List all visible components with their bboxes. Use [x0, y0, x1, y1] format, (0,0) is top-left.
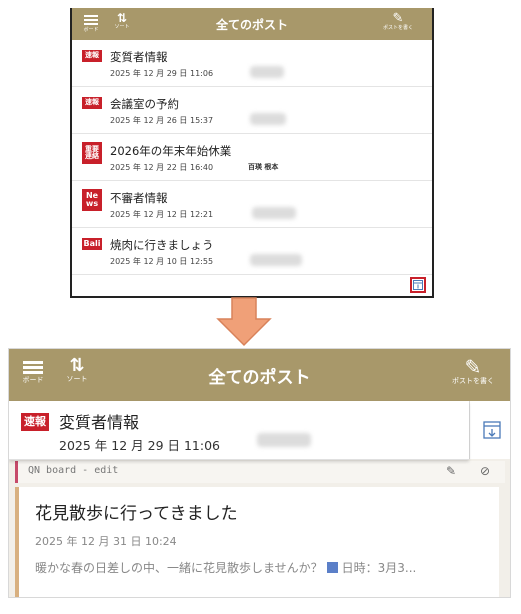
- blurred-author: [252, 207, 296, 219]
- pencil-icon: ✎: [392, 11, 404, 26]
- excerpt-text: 暖かな春の日差しの中、一緒に花見散歩しませんか？: [35, 561, 323, 575]
- post-subject: 2026年の年末年始休業: [110, 144, 232, 158]
- post-row[interactable]: Bali 焼肉に行きましょう 2025 年 12 月 10 日 12:55: [72, 228, 432, 275]
- write-post-button[interactable]: ✎ ポストを書く: [376, 12, 420, 31]
- post-subject: 会議室の予約: [110, 97, 179, 111]
- write-caption: ポストを書く: [382, 25, 413, 31]
- pinned-side-panel: [469, 401, 510, 459]
- pinned-post[interactable]: 速報 変質者情報 2025 年 12 月 29 日 11:06: [9, 401, 469, 460]
- excerpt-date-text: 日時：3月3...: [341, 561, 417, 575]
- mute-pin-icon[interactable]: ✎: [446, 464, 456, 478]
- pin-toggle-button[interactable]: [410, 277, 426, 293]
- app-header: ボード ⇅ ソート 全てのポスト ✎ ポストを書く: [72, 8, 432, 40]
- post-date: 2025 年 12 月 29 日 11:06: [59, 438, 220, 453]
- category-badge: News: [82, 189, 102, 211]
- post-row[interactable]: 速報 会議室の予約 2025 年 12 月 26 日 15:37: [72, 87, 432, 134]
- write-post-button[interactable]: ✎ ポストを書く: [446, 357, 500, 385]
- post-subject: 花見散歩に行ってきました: [35, 504, 238, 524]
- blurred-author: [250, 254, 302, 266]
- post-date: 2025 年 12 月 29 日 11:06: [110, 69, 214, 78]
- blurred-author: [257, 433, 311, 447]
- pencil-icon: ✎: [464, 355, 482, 379]
- page-title: 全てのポスト: [208, 368, 311, 388]
- write-caption: ポストを書く: [452, 377, 494, 385]
- post-date: 2025 年 12 月 31 日 10:24: [35, 535, 177, 548]
- category-badge: 速報: [21, 413, 49, 431]
- post-excerpt: 暖かな春の日差しの中、一緒に花見散歩しませんか？ 日時：3月3...: [35, 559, 491, 576]
- unpin-icon[interactable]: ⊘: [480, 464, 490, 478]
- post-subject: 焼肉に行きましょう: [110, 238, 214, 252]
- bottom-screenshot: ボード ⇅ ソート 全てのポスト ✎ ポストを書く 速報 変質者情報 2025 …: [8, 348, 511, 598]
- post-row[interactable]: 重要連絡 2026年の年末年始休業 2025 年 12 月 22 日 16:40…: [72, 134, 432, 181]
- top-screenshot: ボード ⇅ ソート 全てのポスト ✎ ポストを書く 速報 変質者情報 2025 …: [70, 8, 434, 298]
- blurred-author: [250, 66, 284, 78]
- post-subject: 変質者情報: [110, 50, 168, 64]
- down-arrow-icon: [216, 297, 272, 347]
- calendar-icon: [326, 562, 338, 573]
- post-list: 速報 変質者情報 2025 年 12 月 29 日 11:06 速報 会議室の予…: [72, 40, 432, 275]
- category-badge: 重要連絡: [82, 142, 102, 164]
- post-date: 2025 年 12 月 12 日 12:21: [110, 210, 214, 219]
- post-subject: 不審者情報: [110, 191, 168, 205]
- post-author: 百瑛 根本: [248, 163, 279, 171]
- post-row[interactable]: 速報 変質者情報 2025 年 12 月 29 日 11:06: [72, 40, 432, 87]
- app-header: ボード ⇅ ソート 全てのポスト ✎ ポストを書く: [9, 349, 510, 401]
- post-row[interactable]: News 不審者情報 2025 年 12 月 12 日 12:21: [72, 181, 432, 228]
- category-badge: Bali: [82, 238, 102, 250]
- post-date: 2025 年 12 月 22 日 16:40: [110, 163, 214, 172]
- board-label: QN board - edit: [28, 465, 119, 476]
- category-badge: 速報: [82, 97, 102, 109]
- board-bar[interactable]: QN board - edit ✎ ⊘: [15, 461, 505, 483]
- blurred-author: [250, 113, 286, 125]
- post-date: 2025 年 12 月 26 日 15:37: [110, 116, 214, 125]
- category-badge: 速報: [82, 50, 102, 62]
- pin-panel-icon: [413, 280, 423, 290]
- post-date: 2025 年 12 月 10 日 12:55: [110, 257, 214, 266]
- post-subject: 変質者情報: [59, 413, 140, 432]
- pin-panel-icon[interactable]: [483, 421, 501, 439]
- post-card[interactable]: 花見散歩に行ってきました 2025 年 12 月 31 日 10:24 暖かな春…: [15, 487, 499, 597]
